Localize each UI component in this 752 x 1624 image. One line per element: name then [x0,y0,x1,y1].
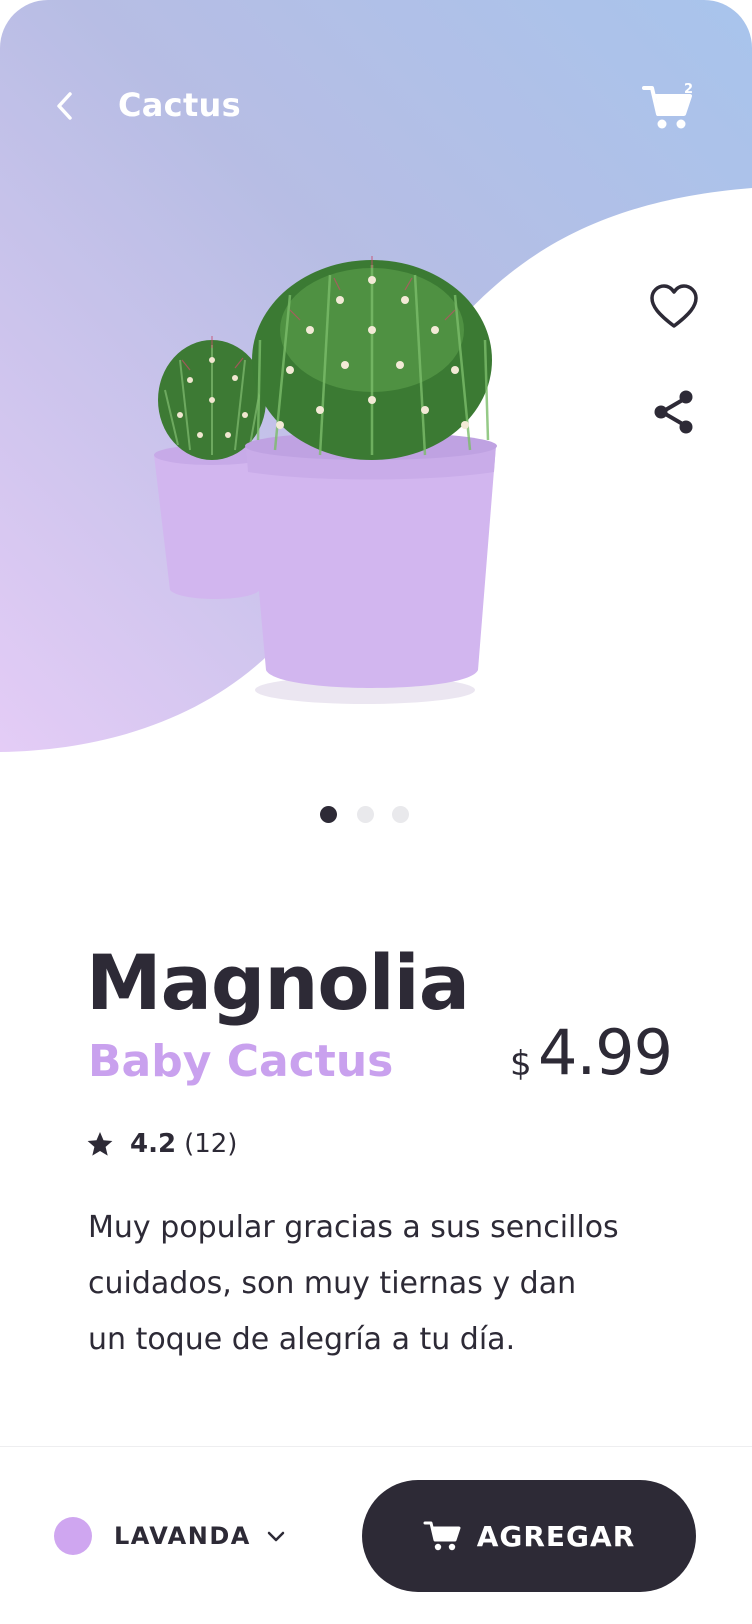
hero-section: Cactus 2 [0,0,752,780]
carousel-dot[interactable] [320,806,337,823]
description-line: un toque de alegría a tu día. [88,1322,516,1357]
carousel-dot[interactable] [357,806,374,823]
cart-icon [423,1521,461,1551]
price-currency: $ [510,1044,532,1084]
product-subtitle: Baby Cactus [88,1036,394,1087]
product-description: Muy popular gracias a sus sencillos cuid… [88,1200,648,1368]
product-detail-screen: Cactus 2 Magnolia Baby Cactus $ 4.99 4.2… [0,0,752,1624]
cart-badge: 2 [684,82,694,97]
carousel-indicator [320,806,430,826]
favorite-button[interactable] [648,282,700,334]
cart-button[interactable] [640,80,704,136]
chevron-left-icon [57,92,72,120]
product-name: Magnolia [86,938,470,1027]
carousel-dot[interactable] [392,806,409,823]
add-to-cart-button[interactable]: AGREGAR [362,1480,696,1592]
heart-icon [650,284,698,328]
review-count: (12) [184,1129,238,1159]
product-price: 4.99 [538,1016,673,1089]
product-image [150,250,530,730]
star-icon [87,1132,113,1156]
top-bar: Cactus 2 [0,0,752,200]
color-label: LAVANDA [114,1522,251,1550]
chevron-down-icon [267,1531,285,1542]
color-swatch [54,1517,92,1555]
product-rating: 4.2 (12) [86,1126,237,1162]
rating-value: 4.2 [130,1129,177,1159]
footer-divider [0,1446,752,1447]
description-line: Muy popular gracias a sus sencillos [88,1210,619,1245]
description-line: cuidados, son muy tiernas y dan [88,1266,577,1301]
back-button[interactable] [44,84,88,128]
page-title: Cactus [118,86,241,124]
share-button[interactable] [648,386,700,438]
color-selector[interactable]: LAVANDA [54,1516,287,1556]
share-icon [654,390,693,434]
add-to-cart-label: AGREGAR [476,1519,636,1553]
